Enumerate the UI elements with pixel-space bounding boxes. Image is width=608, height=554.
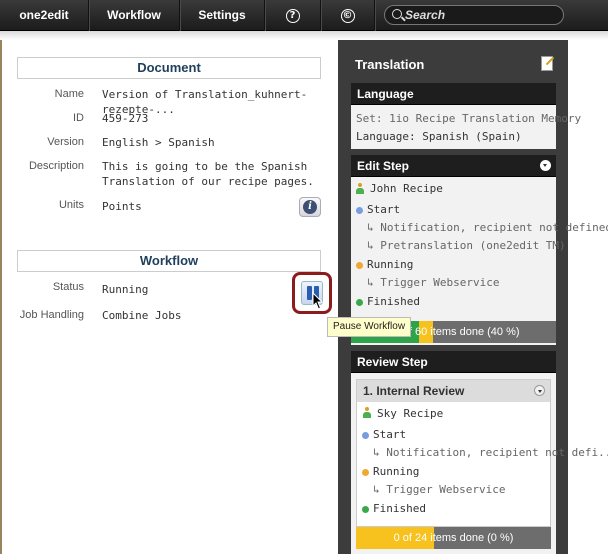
nav-one2edit[interactable]: one2edit — [0, 0, 89, 31]
name-label: Name — [54, 88, 84, 100]
search-icon — [392, 9, 402, 19]
job-handling-value: Combine Jobs — [102, 309, 182, 322]
chevron-down-icon[interactable] — [534, 385, 545, 396]
info-icon: i — [303, 200, 317, 214]
review-user: Sky Recipe — [377, 407, 444, 420]
edit-step-user: John Recipe — [370, 182, 443, 195]
language-box: Language Set: 1io Recipe Translation Mem… — [351, 83, 581, 149]
edit-start-notification: ↳ Notification, recipient not defined — [367, 221, 608, 234]
review-progress-text: 0 of 24 items done (0 %) — [393, 532, 514, 544]
edit-start-pretranslation: ↳ Pretranslation (one2edit TM) — [367, 239, 566, 252]
running-status-dot — [356, 262, 363, 269]
finished-status-dot — [356, 299, 363, 306]
review-step-header: Review Step — [351, 351, 556, 373]
version-label: Version — [47, 136, 84, 148]
job-handling-label: Job Handling — [19, 309, 84, 321]
workflow-header: Workflow — [17, 250, 321, 272]
review-start-notification: ↳ Notification, recipient not defi... — [373, 446, 608, 459]
review-step-box: Review Step 1. Internal Review Sky Recip… — [351, 351, 608, 554]
top-nav-bar: one2edit Workflow Settings ? © — [0, 0, 608, 31]
description-label: Description — [28, 160, 84, 172]
user-icon — [356, 183, 364, 194]
edit-step-title: Edit Step — [357, 159, 410, 173]
language-set: Set: 1io Recipe Translation Memory — [356, 112, 582, 125]
internal-review-box: 1. Internal Review Sky Recipe Start ↳ No… — [356, 379, 608, 527]
edit-step-header[interactable]: Edit Step — [351, 155, 556, 177]
copyright-icon: © — [340, 8, 355, 23]
search-input[interactable] — [405, 6, 555, 24]
review-start: Start — [373, 428, 407, 441]
help-button[interactable]: ? — [265, 0, 321, 31]
edit-start: Start — [367, 203, 401, 216]
pause-workflow-tooltip: Pause Workflow — [327, 317, 412, 337]
units-info-button[interactable]: i — [299, 197, 321, 217]
units-label: Units — [58, 199, 84, 211]
topbar-shadow — [0, 31, 608, 40]
units-value: Points — [102, 200, 142, 213]
id-label: ID — [73, 112, 84, 124]
nav-settings[interactable]: Settings — [180, 0, 265, 31]
id-value: 459-273 — [102, 112, 149, 125]
review-running-webservice: ↳ Trigger Webservice — [373, 483, 506, 496]
running-status-dot — [362, 469, 369, 476]
user-icon — [363, 407, 371, 418]
translation-panel: Translation Language Set: 1io Recipe Tra… — [338, 40, 608, 554]
version-value: English > Spanish — [102, 136, 215, 149]
search-box[interactable] — [384, 5, 564, 25]
description-value: This is going to be the Spanish Translat… — [102, 160, 314, 188]
help-icon: ? — [285, 8, 300, 23]
mouse-cursor-icon — [312, 292, 324, 310]
review-running: Running — [373, 465, 420, 478]
edit-note-icon[interactable] — [541, 56, 553, 71]
edit-finished: Finished — [367, 295, 420, 308]
language-value: Language: Spanish (Spain) — [356, 130, 522, 143]
panel-title: Translation — [355, 57, 425, 72]
edit-running-webservice: ↳ Trigger Webservice — [367, 276, 500, 289]
finished-status-dot — [362, 506, 369, 513]
language-header: Language — [351, 83, 556, 105]
review-finished: Finished — [373, 502, 426, 515]
status-label: Status — [52, 281, 84, 293]
nav-workflow[interactable]: Workflow — [89, 0, 180, 31]
status-value: Running — [102, 283, 149, 296]
start-status-dot — [362, 432, 369, 439]
chevron-down-icon[interactable] — [540, 160, 551, 171]
internal-review-title: 1. Internal Review — [363, 384, 465, 398]
left-border — [0, 40, 2, 554]
about-button[interactable]: © — [321, 0, 375, 31]
internal-review-header[interactable]: 1. Internal Review — [357, 380, 550, 402]
review-step-progress-bar: 0 of 24 items done (0 %) — [356, 527, 551, 549]
start-status-dot — [356, 207, 363, 214]
document-header: Document — [17, 57, 321, 79]
edit-running: Running — [367, 258, 414, 271]
